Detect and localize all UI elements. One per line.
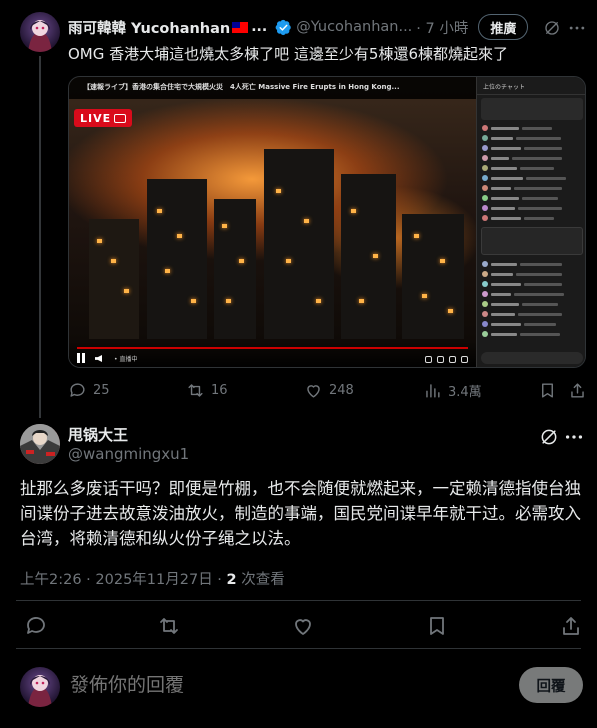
thread-connector-line xyxy=(39,56,41,418)
reply-button[interactable]: 回覆 xyxy=(519,667,583,703)
building-silhouette xyxy=(264,149,334,339)
chat-message xyxy=(477,213,585,223)
volume-icon[interactable] xyxy=(95,355,102,362)
chat-message xyxy=(477,123,585,133)
video-controls: • 直播中 xyxy=(69,341,476,367)
repost-icon[interactable] xyxy=(157,614,181,638)
video-frame[interactable]: 【速報ライブ】香港の集合住宅で大規模火災 4人死亡 Massive Fire E… xyxy=(69,77,476,367)
chat-message xyxy=(477,153,585,163)
building-silhouette xyxy=(341,174,396,339)
like-action[interactable]: 248 xyxy=(304,378,354,402)
pause-icon[interactable] xyxy=(77,353,85,363)
chat-message xyxy=(477,309,585,319)
main-author-name[interactable]: 甩锅大王 xyxy=(68,424,128,445)
video-title-bar: 【速報ライブ】香港の集合住宅で大規模火災 4人死亡 Massive Fire E… xyxy=(69,77,476,99)
grok-icon[interactable] xyxy=(539,427,559,447)
reply-icon[interactable] xyxy=(24,614,48,638)
live-chat-header[interactable]: 上位のチャット xyxy=(477,77,585,95)
live-chat-panel: 上位のチャット xyxy=(476,77,585,367)
chat-message xyxy=(477,133,585,143)
more-options-icon[interactable] xyxy=(563,426,585,448)
video-title: 【速報ライブ】香港の集合住宅で大規模火災 4人死亡 Massive Fire E… xyxy=(83,83,400,91)
more-options-icon[interactable] xyxy=(567,18,587,38)
share-icon[interactable] xyxy=(559,614,583,638)
video-progress-bar[interactable] xyxy=(77,347,468,349)
parent-author-name[interactable]: 雨可韓韓 Yucohanhan xyxy=(68,17,230,38)
current-user-avatar[interactable] xyxy=(20,667,60,707)
chat-superchat-card xyxy=(481,227,583,255)
divider xyxy=(16,600,581,601)
parent-tweet-time[interactable]: · 7 小時 xyxy=(416,17,468,38)
repost-icon xyxy=(188,383,203,397)
video-player[interactable]: 【速報ライブ】香港の集合住宅で大規模火災 4人死亡 Massive Fire E… xyxy=(68,76,586,368)
reply-icon xyxy=(70,382,85,397)
chat-message xyxy=(477,163,585,173)
recommend-button[interactable]: 推廣 xyxy=(478,14,529,40)
chat-message xyxy=(477,269,585,279)
views-icon xyxy=(426,383,440,398)
chat-message xyxy=(477,319,585,329)
building-silhouette xyxy=(89,219,139,339)
captions-icon[interactable] xyxy=(425,356,432,363)
taiwan-flag-icon xyxy=(232,21,249,33)
parent-tweet-text: OMG 香港大埔這也燒太多棟了吧 這邊至少有5棟還6棟都燒起來了 xyxy=(68,45,508,63)
share-icon xyxy=(571,382,584,398)
main-author-avatar[interactable] xyxy=(20,424,60,464)
heart-icon[interactable] xyxy=(291,614,315,638)
parent-author-avatar[interactable] xyxy=(20,12,60,52)
main-tweet-actions xyxy=(0,612,597,640)
chat-message xyxy=(477,173,585,183)
grok-icon[interactable] xyxy=(543,19,561,37)
parent-tweet-actions: 25 16 248 3.4萬 xyxy=(68,378,586,402)
parent-tweet-header: 雨可韓韓 Yucohanhan ... @Yucohanhan... · 7 小… xyxy=(68,14,583,40)
building-silhouette xyxy=(402,214,464,339)
chat-input[interactable] xyxy=(481,352,583,364)
parent-tweet[interactable]: 雨可韓韓 Yucohanhan ... @Yucohanhan... · 7 小… xyxy=(0,0,597,418)
repost-count: 16 xyxy=(211,382,228,398)
chat-message xyxy=(477,329,585,339)
chat-message xyxy=(477,259,585,269)
like-count: 248 xyxy=(329,382,354,398)
main-tweet-timestamp[interactable]: 上午2:26 · 2025年11月27日 · xyxy=(20,572,227,588)
views-action[interactable]: 3.4萬 xyxy=(423,378,482,402)
chat-message xyxy=(477,193,585,203)
heart-icon xyxy=(307,384,320,398)
views-count: 3.4萬 xyxy=(448,384,482,400)
main-tweet-view-label: 次查看 xyxy=(236,572,285,588)
settings-icon[interactable] xyxy=(437,356,444,363)
reply-action[interactable]: 25 xyxy=(68,378,110,402)
verified-badge-icon xyxy=(275,19,292,36)
building-silhouette xyxy=(147,179,207,339)
reply-input[interactable] xyxy=(70,674,490,696)
chat-pinned-message xyxy=(481,98,583,120)
bookmark-action[interactable] xyxy=(538,378,563,402)
repost-action[interactable]: 16 xyxy=(186,378,228,402)
name-truncation: ... xyxy=(251,19,268,35)
chat-message xyxy=(477,183,585,193)
chat-message xyxy=(477,143,585,153)
parent-author-handle[interactable]: @Yucohanhan... xyxy=(296,19,412,35)
building-silhouette xyxy=(214,199,256,339)
chat-message xyxy=(477,279,585,289)
chat-message xyxy=(477,299,585,309)
chat-message xyxy=(477,289,585,299)
main-tweet-meta: 上午2:26 · 2025年11月27日 · 2 次查看 xyxy=(20,568,285,589)
fullscreen-icon[interactable] xyxy=(461,356,468,363)
chat-message xyxy=(477,203,585,213)
share-action[interactable] xyxy=(568,378,593,402)
main-tweet-text: 扯那么多废话干吗？即便是竹棚，也不会随便就燃起来，一定赖清德指使台独间谍份子进去… xyxy=(20,479,581,548)
main-author-handle[interactable]: @wangmingxu1 xyxy=(68,445,189,463)
video-control-icons xyxy=(425,356,468,363)
bookmark-icon[interactable] xyxy=(425,614,449,638)
main-tweet-view-count: 2 xyxy=(226,572,237,588)
video-live-status: • 直播中 xyxy=(114,356,138,363)
live-badge: LIVE xyxy=(74,109,132,127)
bookmark-icon xyxy=(542,382,553,398)
reply-composer: 回覆 xyxy=(0,648,597,728)
miniplayer-icon[interactable] xyxy=(449,356,456,363)
reply-count: 25 xyxy=(93,382,110,398)
